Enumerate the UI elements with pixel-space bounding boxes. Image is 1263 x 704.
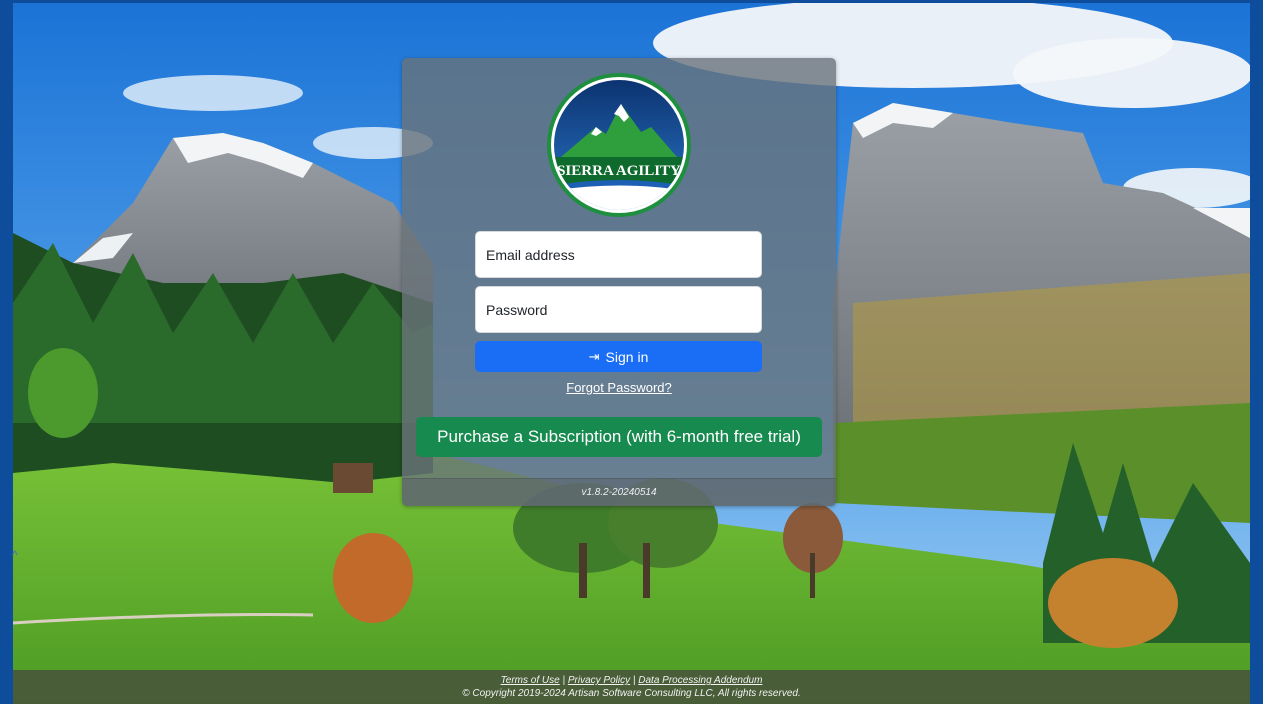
version-label: v1.8.2-20240514 — [581, 487, 657, 498]
footer-separator: | — [632, 675, 636, 686]
privacy-policy-link[interactable]: Privacy Policy — [568, 675, 630, 686]
sign-in-button[interactable]: ⇥ Sign in — [475, 341, 762, 372]
login-card: SIERRA AGILITY ⇥ Sign in Forgot Password… — [402, 58, 836, 506]
sign-in-label: Sign in — [605, 348, 649, 365]
password-field[interactable] — [475, 286, 762, 333]
forgot-password-link[interactable]: Forgot Password? — [402, 380, 836, 395]
sierra-agility-logo: SIERRA AGILITY — [547, 73, 691, 217]
footer-separator: | — [562, 675, 566, 686]
email-field[interactable] — [475, 231, 762, 278]
purchase-subscription-button[interactable]: Purchase a Subscription (with 6-month fr… — [416, 417, 822, 457]
page-footer: Terms of Use | Privacy Policy | Data Pro… — [13, 670, 1250, 704]
footer-links: Terms of Use | Privacy Policy | Data Pro… — [13, 674, 1250, 687]
logo-text: SIERRA AGILITY — [557, 163, 681, 179]
data-processing-addendum-link[interactable]: Data Processing Addendum — [638, 675, 762, 686]
terms-of-use-link[interactable]: Terms of Use — [501, 675, 560, 686]
copyright-text: © Copyright 2019-2024 Artisan Software C… — [462, 688, 801, 699]
chevron-up-icon[interactable]: ^ — [12, 548, 18, 562]
version-bar: v1.8.2-20240514 — [402, 478, 836, 506]
sign-in-icon: ⇥ — [588, 348, 600, 364]
